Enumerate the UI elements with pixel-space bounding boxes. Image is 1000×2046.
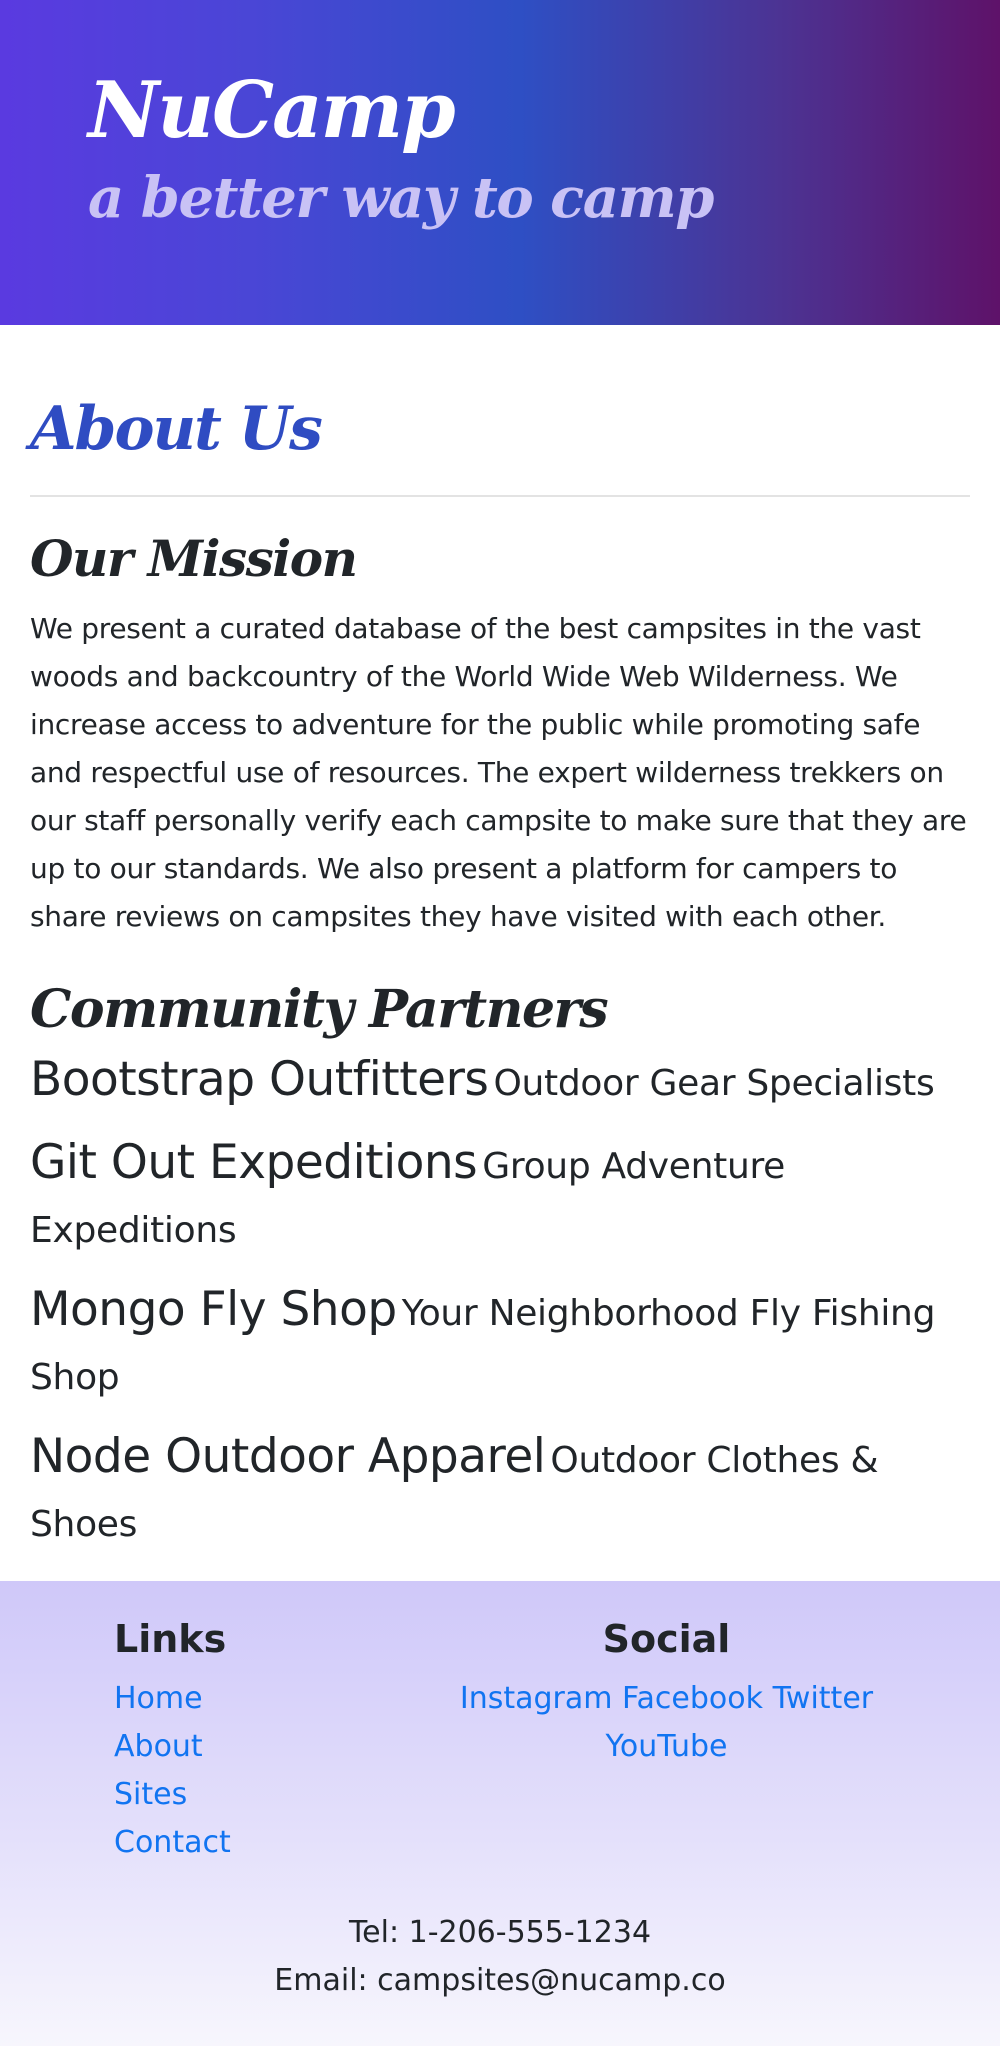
main-content: About Us Our Mission We present a curate… [0,325,1000,1560]
footer-link-contact[interactable]: Contact [114,1819,231,1867]
mission-section: Our Mission We present a curated databas… [30,497,970,941]
partners-list: Bootstrap Outfitters Outdoor Gear Specia… [30,1041,970,1560]
brand-tagline: a better way to camp [88,164,714,231]
footer-links-column: Links Home About Sites Contact [114,1617,231,1867]
partner-item: Bootstrap Outfitters Outdoor Gear Specia… [30,1051,970,1119]
social-link-instagram[interactable]: Instagram [460,1681,613,1716]
partner-item: Node Outdoor Apparel Outdoor Clothes & S… [30,1428,970,1560]
links-heading: Links [114,1617,227,1661]
partner-description: Outdoor Gear Specialists [493,1063,935,1105]
footer-links-list: Home About Sites Contact [114,1675,231,1867]
social-link-facebook[interactable]: Facebook [622,1681,763,1716]
partner-name: Bootstrap Outfitters [30,1052,489,1108]
contact-info: Tel: 1-206-555-1234 Email: campsites@nuc… [0,1909,1000,2005]
hero-banner: NuCamp a better way to camp [0,0,1000,325]
partners-section: Community Partners Bootstrap Outfitters … [30,941,970,1560]
footer-link-home[interactable]: Home [114,1675,231,1723]
footer-link-sites[interactable]: Sites [114,1771,231,1819]
contact-email: Email: campsites@nucamp.co [274,1963,726,1998]
page-title: About Us [30,394,323,464]
partner-name: Git Out Expeditions [30,1135,478,1191]
mission-text: We present a curated database of the bes… [30,612,967,933]
partner-name: Node Outdoor Apparel [30,1429,546,1485]
partners-heading: Community Partners [30,979,609,1040]
footer-link-about[interactable]: About [114,1723,231,1771]
partner-item: Git Out Expeditions Group Adventure Expe… [30,1134,970,1266]
social-link-youtube[interactable]: YouTube [606,1729,728,1764]
mission-heading: Our Mission [30,529,358,588]
site-footer: Links Home About Sites Contact Social In… [0,1581,1000,2046]
partner-name: Mongo Fly Shop [30,1282,397,1338]
footer-social-list: Instagram Facebook Twitter YouTube [440,1675,893,1771]
footer-social-column: Social Instagram Facebook Twitter YouTub… [440,1617,893,1771]
contact-phone: Tel: 1-206-555-1234 [348,1915,652,1950]
social-link-twitter[interactable]: Twitter [773,1681,874,1716]
brand-title: NuCamp [88,65,456,156]
partner-item: Mongo Fly Shop Your Neighborhood Fly Fis… [30,1281,970,1413]
social-heading: Social [602,1617,731,1661]
